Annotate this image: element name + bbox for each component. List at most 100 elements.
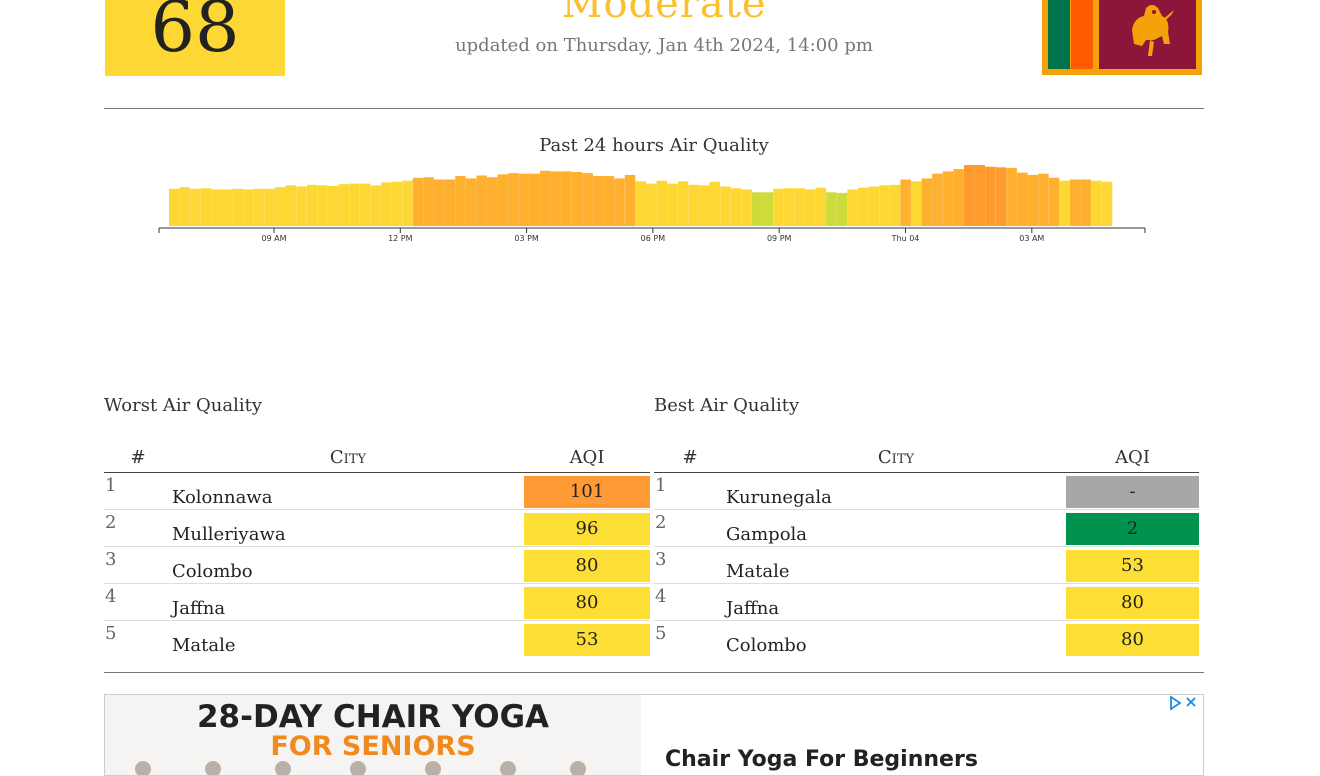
aqi-bar[interactable] bbox=[635, 181, 646, 226]
city-link[interactable]: Kolonnawa bbox=[172, 472, 524, 510]
aqi-bar[interactable] bbox=[508, 173, 519, 226]
aqi-bar[interactable] bbox=[497, 174, 509, 226]
aqi-bar[interactable] bbox=[614, 178, 625, 226]
city-link[interactable]: Kurunegala bbox=[726, 472, 1066, 510]
aqi-bar[interactable] bbox=[762, 192, 774, 226]
advertisement-banner[interactable]: 28-DAY CHAIR YOGA FOR SENIORS Chair Yoga… bbox=[104, 694, 1204, 776]
aqi-bar[interactable] bbox=[529, 173, 540, 226]
aqi-bar[interactable] bbox=[921, 178, 933, 226]
aqi-bar[interactable] bbox=[847, 189, 858, 226]
aqi-bar[interactable] bbox=[741, 189, 752, 226]
aqi-bar[interactable] bbox=[1027, 174, 1039, 226]
table-row[interactable]: 5 Colombo 80 bbox=[654, 621, 1199, 658]
aqi-bar[interactable] bbox=[1091, 180, 1102, 226]
aqi-bar[interactable] bbox=[985, 166, 996, 226]
aqi-bar[interactable] bbox=[783, 188, 795, 226]
city-header[interactable]: City bbox=[726, 442, 1066, 473]
aqi-bar[interactable] bbox=[190, 188, 201, 226]
table-row[interactable]: 5 Matale 53 bbox=[104, 621, 650, 658]
table-row[interactable]: 4 Jaffna 80 bbox=[104, 583, 650, 621]
aqi-bar[interactable] bbox=[794, 188, 805, 226]
table-row[interactable]: 1 Kurunegala - bbox=[654, 472, 1199, 510]
aqi-bar[interactable] bbox=[879, 185, 890, 226]
aqi-bar[interactable] bbox=[540, 170, 551, 226]
aqi-bar[interactable] bbox=[1017, 172, 1028, 226]
aqi-bar[interactable] bbox=[752, 192, 763, 226]
aqi-bar[interactable] bbox=[911, 181, 922, 226]
city-link[interactable]: Jaffna bbox=[726, 583, 1066, 621]
city-link[interactable]: Matale bbox=[172, 621, 524, 658]
aqi-bar[interactable] bbox=[995, 167, 1007, 226]
aqi-bar[interactable] bbox=[434, 179, 445, 227]
aqi-bar[interactable] bbox=[370, 185, 381, 226]
aqi-bar[interactable] bbox=[169, 188, 180, 226]
aqi-bar[interactable] bbox=[285, 185, 297, 226]
aqi-header[interactable]: AQI bbox=[1066, 442, 1199, 473]
city-link[interactable]: Mulleriyawa bbox=[172, 509, 524, 547]
aqi-bar[interactable] bbox=[1038, 173, 1049, 226]
aqi-bar[interactable] bbox=[624, 174, 636, 226]
aqi-bar[interactable] bbox=[264, 188, 275, 226]
aqi-bar[interactable] bbox=[826, 192, 837, 226]
aqi-bar[interactable] bbox=[1006, 167, 1017, 226]
table-row[interactable]: 3 Matale 53 bbox=[654, 546, 1199, 584]
aqi-bar[interactable] bbox=[720, 186, 731, 227]
aqi-bar[interactable] bbox=[444, 179, 456, 227]
aqi-bar[interactable] bbox=[593, 176, 604, 226]
aqi-bar[interactable] bbox=[487, 177, 498, 226]
aqi-bar[interactable] bbox=[518, 173, 530, 226]
aqi-bar[interactable] bbox=[942, 171, 954, 226]
aqi-bar[interactable] bbox=[646, 183, 657, 226]
aqi-bar[interactable] bbox=[465, 178, 477, 226]
aqi-bar[interactable] bbox=[858, 187, 869, 226]
aqi-bar[interactable] bbox=[699, 185, 710, 226]
aqi-bar[interactable] bbox=[1101, 181, 1113, 226]
aqi-bar[interactable] bbox=[603, 176, 615, 226]
aqi-bar[interactable] bbox=[773, 188, 784, 226]
table-row[interactable]: 2 Gampola 2 bbox=[654, 509, 1199, 547]
aqi-bar[interactable] bbox=[349, 183, 360, 226]
aqi-bar[interactable] bbox=[964, 165, 975, 226]
aqi-bar[interactable] bbox=[932, 173, 943, 226]
aqi-bar[interactable] bbox=[296, 186, 307, 227]
aqi-bar[interactable] bbox=[677, 181, 689, 226]
city-header[interactable]: City bbox=[172, 442, 524, 473]
adchoices-play-icon[interactable] bbox=[1169, 695, 1199, 711]
aqi-bar[interactable] bbox=[953, 169, 964, 226]
aqi-bar[interactable] bbox=[402, 180, 413, 226]
ad-headline[interactable]: Chair Yoga For Beginners bbox=[665, 747, 978, 772]
aqi-bar[interactable] bbox=[889, 184, 901, 226]
aqi-bar[interactable] bbox=[974, 165, 986, 226]
aqi-bar[interactable] bbox=[211, 189, 222, 226]
city-link[interactable]: Gampola bbox=[726, 509, 1066, 547]
aqi-bar[interactable] bbox=[709, 181, 721, 226]
city-link[interactable]: Matale bbox=[726, 546, 1066, 584]
aqi-bar[interactable] bbox=[730, 188, 742, 226]
aqi-bar[interactable] bbox=[179, 187, 191, 226]
aqi-bar[interactable] bbox=[561, 171, 572, 226]
aqi-bar[interactable] bbox=[571, 172, 583, 226]
aqi-bar[interactable] bbox=[328, 185, 339, 226]
aqi-bar[interactable] bbox=[412, 177, 424, 226]
aqi-bar[interactable] bbox=[582, 173, 593, 226]
city-link[interactable]: Jaffna bbox=[172, 583, 524, 621]
aqi-bar[interactable] bbox=[243, 189, 254, 226]
aqi-bar[interactable] bbox=[476, 175, 487, 227]
aqi-bar[interactable] bbox=[836, 192, 848, 226]
aqi-bar[interactable] bbox=[1059, 180, 1070, 226]
aqi-bar[interactable] bbox=[253, 188, 265, 226]
aqi-bar[interactable] bbox=[1080, 179, 1092, 227]
table-row[interactable]: 2 Mulleriyawa 96 bbox=[104, 509, 650, 547]
table-row[interactable]: 4 Jaffna 80 bbox=[654, 583, 1199, 621]
city-link[interactable]: Colombo bbox=[726, 621, 1066, 658]
aqi-bar[interactable] bbox=[391, 181, 403, 226]
aqi-bar[interactable] bbox=[688, 184, 699, 226]
aqi-header[interactable]: AQI bbox=[524, 442, 650, 473]
aqi-bar[interactable] bbox=[805, 189, 816, 226]
table-row[interactable]: 1 Kolonnawa 101 bbox=[104, 472, 650, 510]
aqi-bar[interactable] bbox=[275, 187, 286, 226]
aqi-bar[interactable] bbox=[667, 183, 678, 226]
aqi-bar[interactable] bbox=[656, 180, 668, 226]
aqi-bar[interactable] bbox=[317, 185, 328, 226]
aqi-bar[interactable] bbox=[455, 176, 466, 226]
